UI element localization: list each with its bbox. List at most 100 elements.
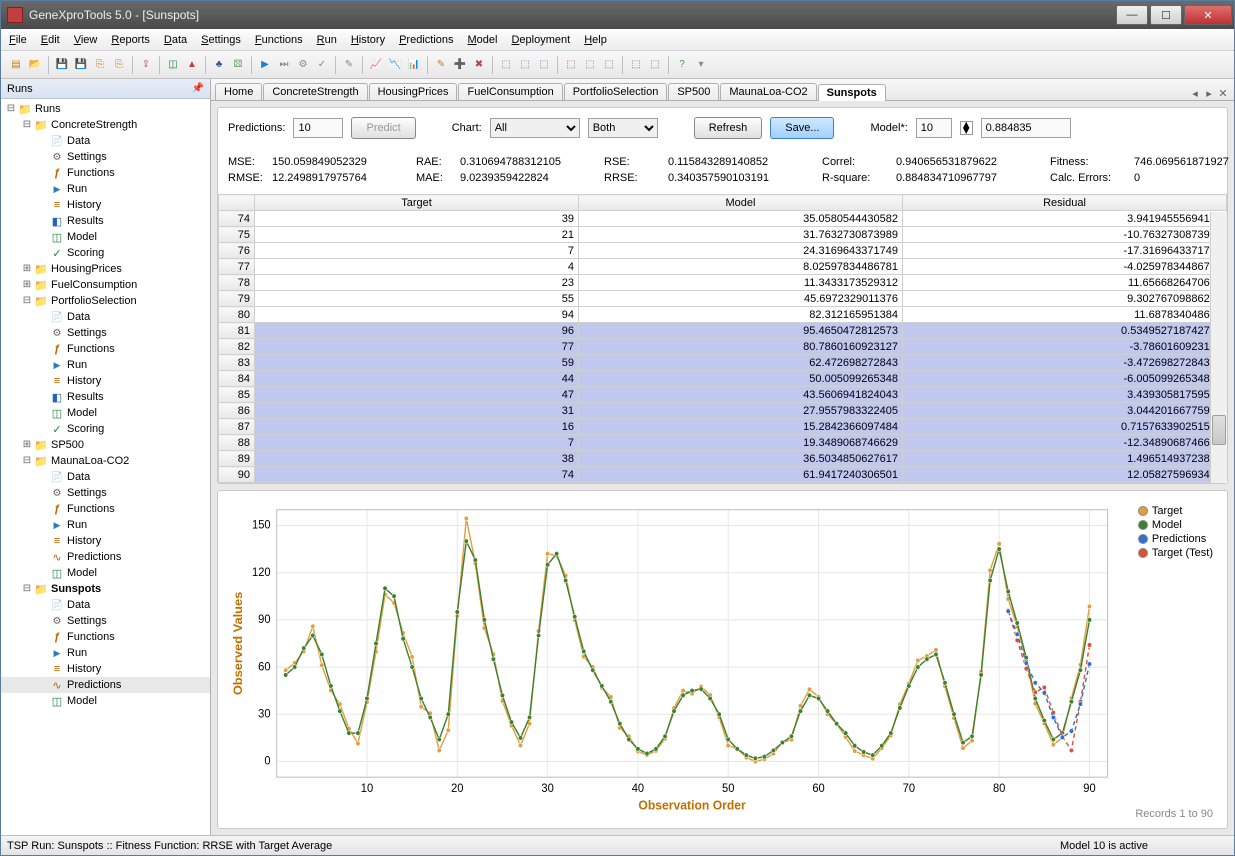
tb-y2-icon[interactable]: ⬚ (646, 56, 664, 74)
predict-button[interactable]: Predict (351, 117, 415, 139)
pin-icon[interactable]: 📌 (192, 83, 204, 94)
tab-close[interactable]: ✕ (1216, 87, 1230, 100)
tree-item-settings[interactable]: Settings (1, 149, 210, 165)
menu-file[interactable]: File (9, 34, 27, 46)
menu-data[interactable]: Data (164, 34, 187, 46)
tree-item-fuelconsumption[interactable]: ⊞FuelConsumption (1, 277, 210, 293)
tree-item-portfolioselection[interactable]: ⊟PortfolioSelection (1, 293, 210, 309)
menu-help[interactable]: Help (584, 34, 607, 46)
menu-edit[interactable]: Edit (41, 34, 60, 46)
tb-help-icon[interactable]: ? (673, 56, 691, 74)
menu-settings[interactable]: Settings (201, 34, 241, 46)
tb-play-icon[interactable]: ▶ (256, 56, 274, 74)
tb-x1-icon[interactable]: ⬚ (562, 56, 580, 74)
tree-item-scoring[interactable]: Scoring (1, 421, 210, 437)
tree-item-model[interactable]: Model (1, 229, 210, 245)
tb-x3-icon[interactable]: ⬚ (600, 56, 618, 74)
menu-history[interactable]: History (351, 34, 385, 46)
tree-item-history[interactable]: History (1, 533, 210, 549)
results-table[interactable]: TargetModelResidual743935.05805444305823… (218, 194, 1227, 483)
tree-item-history[interactable]: History (1, 197, 210, 213)
tb-export-icon[interactable]: ⇪ (137, 56, 155, 74)
menu-functions[interactable]: Functions (255, 34, 303, 46)
tb-data-icon[interactable]: ◫ (164, 56, 182, 74)
tree-item-data[interactable]: Data (1, 133, 210, 149)
tb-g3-icon[interactable]: ⬚ (535, 56, 553, 74)
tree-item-data[interactable]: Data (1, 469, 210, 485)
tree-item-housingprices[interactable]: ⊞HousingPrices (1, 261, 210, 277)
menu-view[interactable]: View (74, 34, 98, 46)
tb-dd-icon[interactable]: ▾ (692, 56, 710, 74)
tree-item-predictions[interactable]: Predictions (1, 677, 210, 693)
maximize-button[interactable]: ☐ (1150, 5, 1182, 25)
tb-x2-icon[interactable]: ⬚ (581, 56, 599, 74)
tab-fuelconsumption[interactable]: FuelConsumption (458, 83, 562, 100)
tree-item-predictions[interactable]: Predictions (1, 549, 210, 565)
tb-g1-icon[interactable]: ⬚ (497, 56, 515, 74)
tree-item-functions[interactable]: Functions (1, 501, 210, 517)
tb-open-icon[interactable]: 📂 (26, 56, 44, 74)
tree-item-functions[interactable]: Functions (1, 629, 210, 645)
tab-concretestrength[interactable]: ConcreteStrength (263, 83, 367, 100)
tb-up-icon[interactable]: ▲ (183, 56, 201, 74)
tab-prev[interactable]: ◂ (1188, 87, 1202, 100)
tree-item-results[interactable]: Results (1, 389, 210, 405)
tree-item-results[interactable]: Results (1, 213, 210, 229)
tb-wand-icon[interactable]: ✎ (340, 56, 358, 74)
menu-deployment[interactable]: Deployment (511, 34, 570, 46)
tree-item-runs[interactable]: ⊟Runs (1, 101, 210, 117)
mode-select[interactable]: Both (588, 118, 658, 138)
tab-housingprices[interactable]: HousingPrices (369, 83, 458, 100)
tree-item-settings[interactable]: Settings (1, 325, 210, 341)
table-scrollbar[interactable] (1210, 212, 1227, 483)
tree-item-run[interactable]: Run (1, 645, 210, 661)
tree-item-run[interactable]: Run (1, 517, 210, 533)
tb-brush-icon[interactable]: ✎ (432, 56, 450, 74)
tb-chart1-icon[interactable]: 📈 (367, 56, 385, 74)
menu-model[interactable]: Model (468, 34, 498, 46)
tree-item-history[interactable]: History (1, 661, 210, 677)
tab-home[interactable]: Home (215, 83, 262, 100)
refresh-button[interactable]: Refresh (694, 117, 763, 139)
tb-random-icon[interactable]: ⚄ (229, 56, 247, 74)
tree-item-sp500[interactable]: ⊞SP500 (1, 437, 210, 453)
tree-item-maunaloa-co2[interactable]: ⊟MaunaLoa-CO2 (1, 453, 210, 469)
tb-saveall-icon[interactable]: 💾 (72, 56, 90, 74)
tb-copy-icon[interactable]: ⎘ (91, 56, 109, 74)
tree-item-history[interactable]: History (1, 373, 210, 389)
tb-check-icon[interactable]: ✓ (313, 56, 331, 74)
tab-sp500[interactable]: SP500 (668, 83, 719, 100)
tree-item-model[interactable]: Model (1, 565, 210, 581)
tb-y1-icon[interactable]: ⬚ (627, 56, 645, 74)
tb-add-icon[interactable]: ➕ (451, 56, 469, 74)
menu-predictions[interactable]: Predictions (399, 34, 453, 46)
tree-item-functions[interactable]: Functions (1, 341, 210, 357)
tb-chart3-icon[interactable]: 📊 (405, 56, 423, 74)
tree-item-concretestrength[interactable]: ⊟ConcreteStrength (1, 117, 210, 133)
tree-item-data[interactable]: Data (1, 597, 210, 613)
tab-next[interactable]: ▸ (1202, 87, 1216, 100)
tree-item-model[interactable]: Model (1, 405, 210, 421)
menu-reports[interactable]: Reports (111, 34, 150, 46)
menu-run[interactable]: Run (317, 34, 337, 46)
tb-del-icon[interactable]: ✖ (470, 56, 488, 74)
tb-tree-icon[interactable]: ♣ (210, 56, 228, 74)
tb-save-icon[interactable]: 💾 (53, 56, 71, 74)
tab-sunspots[interactable]: Sunspots (818, 84, 886, 101)
close-button[interactable]: ✕ (1184, 5, 1232, 25)
tb-step-icon[interactable]: ⏭ (275, 56, 293, 74)
tree-item-model[interactable]: Model (1, 693, 210, 709)
tree-item-data[interactable]: Data (1, 309, 210, 325)
save-button[interactable]: Save... (770, 117, 834, 139)
tb-paste-icon[interactable]: ⎘ (110, 56, 128, 74)
tree-item-run[interactable]: Run (1, 357, 210, 373)
tab-maunaloa-co2[interactable]: MaunaLoa-CO2 (720, 83, 816, 100)
tree-item-settings[interactable]: Settings (1, 485, 210, 501)
tab-portfolioselection[interactable]: PortfolioSelection (564, 83, 668, 100)
model-input[interactable] (916, 118, 952, 138)
model-spinner[interactable]: ▲▼ (960, 121, 973, 135)
fitness-input[interactable] (981, 118, 1071, 138)
tb-new-icon[interactable]: ▤ (7, 56, 25, 74)
minimize-button[interactable]: — (1116, 5, 1148, 25)
tb-chart2-icon[interactable]: 📉 (386, 56, 404, 74)
